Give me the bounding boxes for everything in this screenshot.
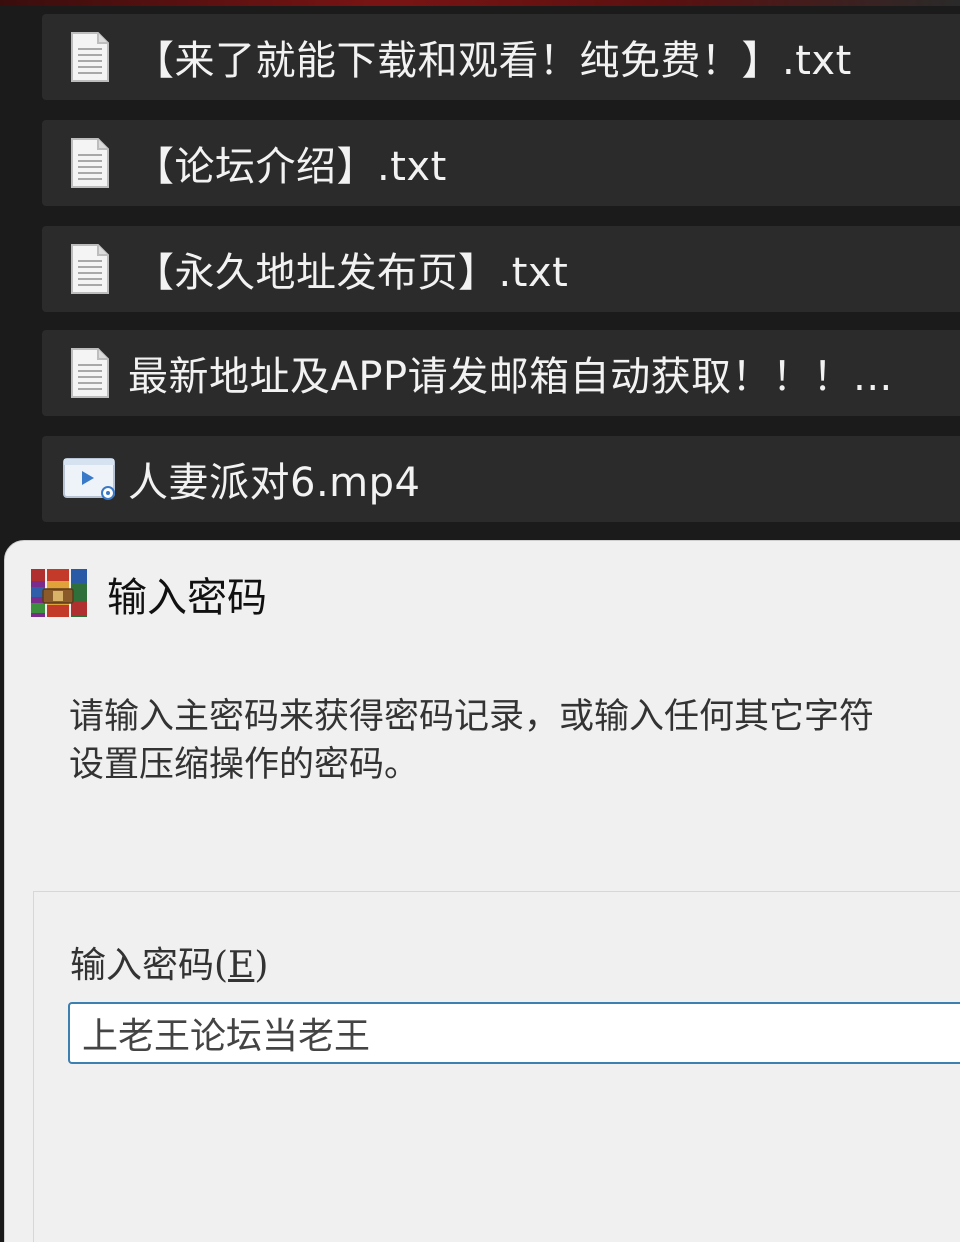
dialog-title: 输入密码 bbox=[107, 575, 267, 621]
file-name: 【来了就能下载和观看！纯免费！】.txt bbox=[134, 38, 852, 84]
video-file-icon bbox=[60, 451, 120, 507]
text-file-icon bbox=[60, 345, 120, 401]
password-dialog: 输入密码 请输入主密码来获得密码记录，或输入任何其它字符 设置压缩操作的密码。 … bbox=[4, 540, 960, 1242]
password-label-prefix: 输入密码( bbox=[70, 945, 229, 986]
file-list: 【来了就能下载和观看！纯免费！】.txt 【论坛介绍】.txt 【永久地址发布页… bbox=[0, 0, 960, 540]
dialog-description: 请输入主密码来获得密码记录，或输入任何其它字符 设置压缩操作的密码。 bbox=[69, 693, 960, 789]
text-file-icon bbox=[60, 29, 120, 85]
password-label: 输入密码(E) bbox=[70, 936, 268, 988]
file-name: 最新地址及APP请发邮箱自动获取！！！... bbox=[128, 354, 893, 400]
file-list-item[interactable]: 【论坛介绍】.txt bbox=[42, 120, 960, 206]
top-accent-bar bbox=[0, 0, 960, 6]
dialog-description-line: 请输入主密码来获得密码记录，或输入任何其它字符 bbox=[69, 697, 875, 737]
file-list-item[interactable]: 【来了就能下载和观看！纯免费！】.txt bbox=[42, 14, 960, 100]
dialog-description-line: 设置压缩操作的密码。 bbox=[69, 745, 420, 785]
file-name: 人妻派对6.mp4 bbox=[128, 460, 421, 506]
file-name: 【论坛介绍】.txt bbox=[134, 144, 447, 190]
text-file-icon bbox=[60, 135, 120, 191]
file-list-item[interactable]: 最新地址及APP请发邮箱自动获取！！！... bbox=[42, 330, 960, 416]
file-list-item[interactable]: 人妻派对6.mp4 bbox=[42, 436, 960, 522]
password-label-suffix: ) bbox=[254, 945, 269, 986]
screen: 【来了就能下载和观看！纯免费！】.txt 【论坛介绍】.txt 【永久地址发布页… bbox=[0, 0, 960, 1242]
file-list-item[interactable]: 【永久地址发布页】.txt bbox=[42, 226, 960, 312]
password-input[interactable] bbox=[68, 1002, 960, 1064]
password-label-mnemonic: E bbox=[228, 945, 255, 986]
file-name: 【永久地址发布页】.txt bbox=[134, 250, 569, 296]
text-file-icon bbox=[60, 241, 120, 297]
password-group: 输入密码(E) bbox=[33, 891, 960, 1242]
winrar-icon bbox=[29, 567, 89, 619]
